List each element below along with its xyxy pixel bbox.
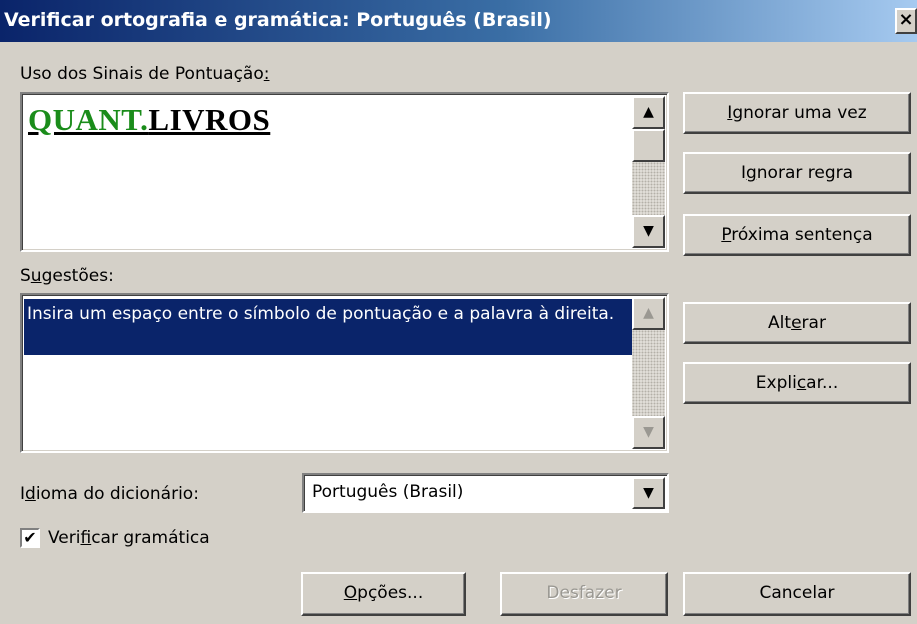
scroll-down-icon[interactable]: ▼ xyxy=(632,215,665,248)
suggestions-scrollbar[interactable]: ▲ ▼ xyxy=(632,297,665,449)
change-button[interactable]: Alterar xyxy=(683,302,911,344)
cancel-button[interactable]: Cancelar xyxy=(683,572,911,616)
suggestions-label: Sugestões: xyxy=(20,266,114,286)
suggestions-list[interactable]: Insira um espaço entre o símbolo de pont… xyxy=(20,293,669,453)
sentence-rest: LIVROS xyxy=(148,102,271,137)
chevron-down-icon[interactable]: ▼ xyxy=(632,477,665,509)
grammar-checkbox-label[interactable]: Verificar gramática xyxy=(48,528,210,548)
ignore-once-button[interactable]: Ignorar uma vez xyxy=(683,92,911,134)
explain-button[interactable]: Explicar... xyxy=(683,362,911,404)
error-word: QUANT. xyxy=(28,102,149,137)
scroll-down-icon[interactable]: ▼ xyxy=(632,416,665,449)
title-bar: Verificar ortografia e gramática: Portug… xyxy=(0,0,917,42)
window-title: Verificar ortografia e gramática: Portug… xyxy=(4,9,552,31)
dictionary-select[interactable]: Português (Brasil) ▼ xyxy=(302,473,669,513)
options-button[interactable]: Opções... xyxy=(301,572,466,616)
sentence-textbox[interactable]: QUANT.LIVROS ▲ ▼ xyxy=(20,92,669,252)
suggestion-item[interactable]: Insira um espaço entre o símbolo de pont… xyxy=(24,299,636,355)
scroll-up-icon[interactable]: ▲ xyxy=(632,297,665,330)
undo-button[interactable]: Desfazer xyxy=(500,572,668,616)
sentence-scrollbar[interactable]: ▲ ▼ xyxy=(632,96,665,248)
grammar-checkbox[interactable]: ✔ xyxy=(20,528,40,548)
next-sentence-button[interactable]: Próxima sentença xyxy=(683,214,911,256)
dictionary-label: Idioma do dicionário: xyxy=(20,484,199,504)
close-button[interactable]: × xyxy=(895,8,917,34)
dictionary-value: Português (Brasil) xyxy=(312,482,464,502)
scroll-thumb[interactable] xyxy=(632,129,665,162)
ignore-rule-button[interactable]: Ignorar regra xyxy=(683,152,911,194)
scroll-up-icon[interactable]: ▲ xyxy=(632,96,665,129)
sentence-text: QUANT.LIVROS xyxy=(28,102,270,138)
sentence-label: Uso dos Sinais de Pontuação: xyxy=(20,64,270,84)
